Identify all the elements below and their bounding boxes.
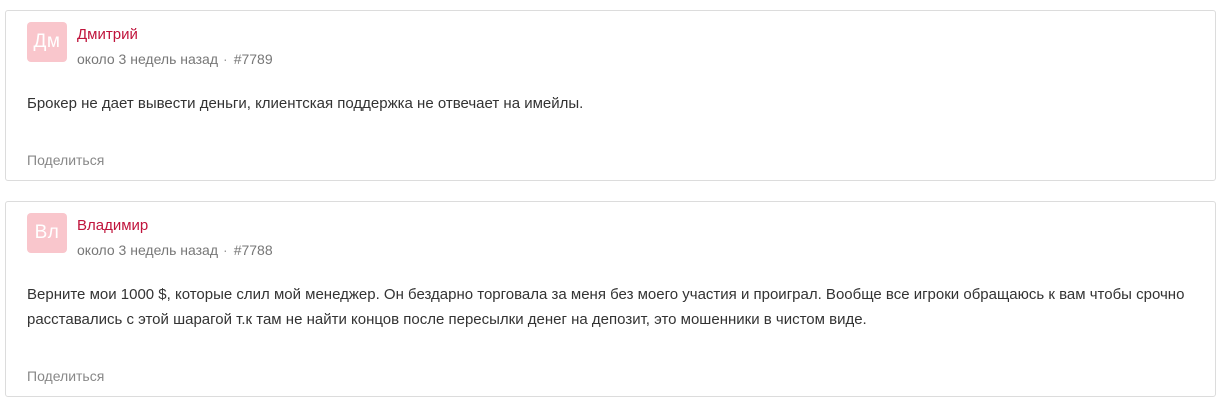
meta-separator: · xyxy=(223,242,228,258)
comment-time: около 3 недель назад xyxy=(77,51,219,67)
comment-meta: около 3 недель назад · #7788 xyxy=(77,242,273,258)
comment-text: Брокер не дает вывести деньги, клиентска… xyxy=(27,95,584,112)
comment-text: Верните мои 1000 $, которые слил мой мен… xyxy=(27,286,1185,328)
share-link[interactable]: Поделиться xyxy=(27,368,104,384)
comment-card: Дм Дмитрий около 3 недель назад · #7789 Бр… xyxy=(5,10,1216,181)
meta-separator: · xyxy=(223,51,228,67)
avatar[interactable]: Дм xyxy=(27,22,67,62)
comment-card: Вл Владимир около 3 недель назад · #7788 В… xyxy=(5,201,1216,397)
author-name[interactable]: Владимир xyxy=(77,217,148,234)
comment-time: около 3 недель назад xyxy=(77,242,219,258)
avatar[interactable]: Вл xyxy=(27,213,67,253)
comment-meta: около 3 недель назад · #7789 xyxy=(77,51,273,67)
comment-number-link[interactable]: #7788 xyxy=(234,242,273,258)
author-name[interactable]: Дмитрий xyxy=(77,26,138,43)
comment-number-link[interactable]: #7789 xyxy=(234,51,273,67)
share-link[interactable]: Поделиться xyxy=(27,152,104,168)
